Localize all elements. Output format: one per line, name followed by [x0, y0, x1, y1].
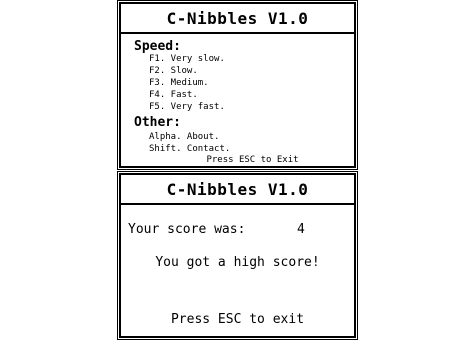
speed-option-very-fast[interactable]: F5. Very fast. — [149, 101, 225, 113]
menu-exit-hint: Press ESC to Exit — [206, 155, 299, 165]
menu-screen: C-Nibbles V1.0 Speed: F1. Very slow. F2.… — [117, 0, 358, 170]
speed-option-fast[interactable]: F4. Fast. — [149, 89, 225, 101]
speed-option-slow[interactable]: F2. Slow. — [149, 65, 225, 77]
high-score-message: You got a high score! — [155, 255, 320, 270]
other-heading: Other: — [134, 115, 181, 130]
menu-title: C-Nibbles V1.0 — [121, 4, 354, 34]
other-options-list: Alpha. About. Shift. Contact. — [149, 131, 230, 155]
other-option-about[interactable]: Alpha. About. — [149, 131, 230, 143]
score-value: 4 — [297, 222, 305, 237]
score-screen: C-Nibbles V1.0 Your score was: 4 You got… — [117, 171, 358, 340]
score-label: Your score was: — [128, 222, 246, 237]
speed-options-list: F1. Very slow. F2. Slow. F3. Medium. F4.… — [149, 53, 225, 113]
speed-option-very-slow[interactable]: F1. Very slow. — [149, 53, 225, 65]
score-title: C-Nibbles V1.0 — [121, 175, 354, 205]
speed-heading: Speed: — [134, 39, 181, 54]
speed-option-medium[interactable]: F3. Medium. — [149, 77, 225, 89]
score-exit-hint: Press ESC to exit — [170, 312, 305, 327]
